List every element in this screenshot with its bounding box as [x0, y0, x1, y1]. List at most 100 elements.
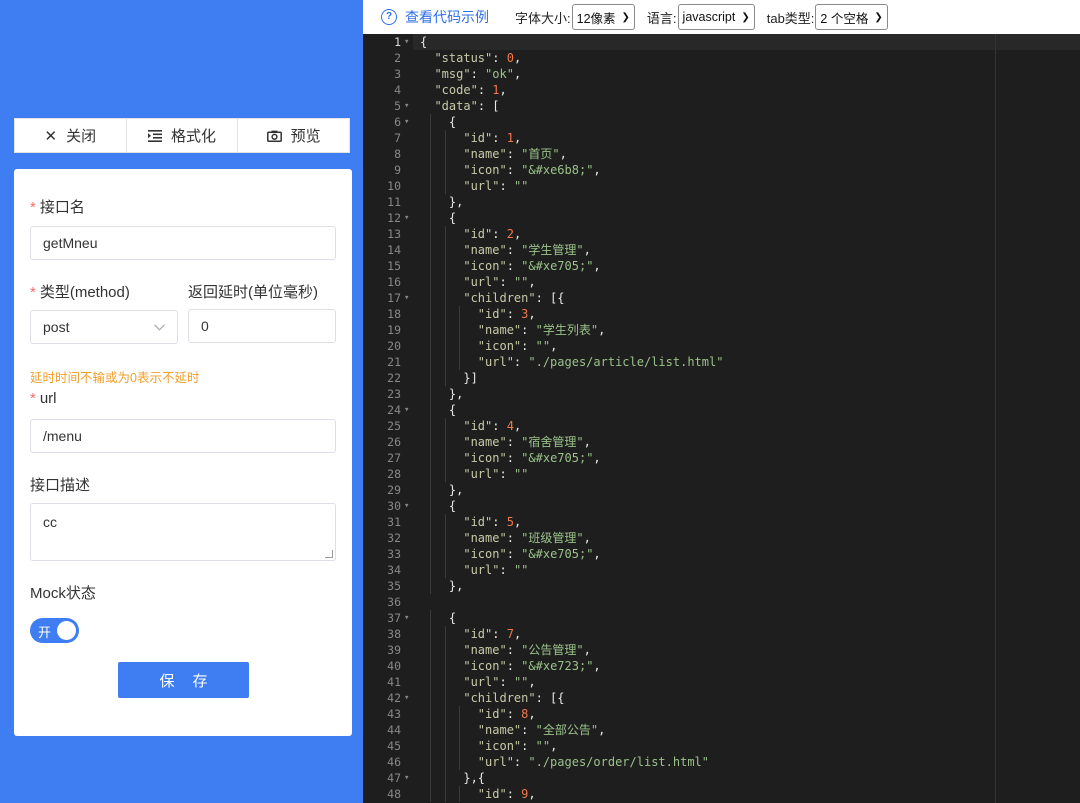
code-editor[interactable]: 1 ▾{2 "status": 0, 3 "msg": "ok", 4 "code":…: [363, 34, 1080, 803]
line-number: 5: [394, 99, 401, 113]
view-example-label: 查看代码示例: [405, 9, 489, 25]
code-line: 26 "name": "宿舍管理",: [363, 434, 1080, 450]
tab-type-select[interactable]: 2 个空格 ❯: [815, 4, 888, 30]
line-number: 40: [387, 659, 401, 673]
code-text: {: [420, 115, 457, 129]
line-number: 1: [394, 35, 401, 49]
font-size-label: 字体大小:: [515, 10, 571, 26]
view-example-link[interactable]: ? 查看代码示例: [381, 7, 489, 27]
fold-toggle-icon[interactable]: ▾: [404, 210, 409, 226]
delay-hint: 延时时间不输或为0表示不延时: [30, 371, 200, 385]
line-number: 27: [387, 451, 401, 465]
code-text: "data": [: [434, 99, 500, 113]
line-number: 6: [394, 115, 401, 129]
url-input[interactable]: /menu: [30, 419, 336, 453]
help-icon: ?: [381, 9, 397, 25]
code-text: "name": "公告管理",: [463, 643, 591, 657]
code-line: 14 "name": "学生管理",: [363, 242, 1080, 258]
code-text: "id": 7,: [463, 627, 522, 641]
line-number: 4: [394, 83, 401, 97]
line-number: 22: [387, 371, 401, 385]
code-line: 43 "id": 8,: [363, 706, 1080, 722]
line-number: 24: [387, 403, 401, 417]
code-line: 18 "id": 3,: [363, 306, 1080, 322]
code-line: 15 "icon": "&#xe705;",: [363, 258, 1080, 274]
code-text: "url": "./pages/order/list.html": [477, 755, 709, 769]
code-line: 8 "name": "首页",: [363, 146, 1080, 162]
code-text: },: [420, 483, 464, 497]
code-line: 39 "name": "公告管理",: [363, 642, 1080, 658]
description-value: cc: [43, 514, 57, 530]
close-button[interactable]: ✕ 关闭: [15, 119, 127, 152]
fold-toggle-icon[interactable]: ▾: [404, 610, 409, 626]
code-text: "name": "学生管理",: [463, 243, 591, 257]
line-number: 9: [394, 163, 401, 177]
name-input[interactable]: getMneu: [30, 226, 336, 260]
description-textarea[interactable]: cc: [30, 503, 336, 561]
indent-icon: [148, 129, 162, 142]
code-text: {: [420, 611, 457, 625]
fold-toggle-icon[interactable]: ▾: [404, 114, 409, 130]
line-number: 15: [387, 259, 401, 273]
fold-toggle-icon[interactable]: ▾: [404, 498, 409, 514]
code-text: {: [420, 211, 457, 225]
format-button[interactable]: 格式化: [127, 119, 239, 152]
close-icon: ✕: [44, 127, 58, 145]
switch-knob: [57, 621, 76, 640]
required-mark: *: [30, 284, 36, 301]
fold-toggle-icon[interactable]: ▾: [404, 34, 409, 50]
code-text: "icon": "&#xe723;",: [463, 659, 601, 673]
name-label: * 接口名: [30, 199, 85, 216]
code-text: "name": "宿舍管理",: [463, 435, 591, 449]
method-label: * 类型(method): [30, 284, 130, 301]
code-line: 5 ▾ "data": [: [363, 98, 1080, 114]
code-text: },: [420, 195, 464, 209]
url-label: * url: [30, 390, 57, 407]
font-size-select[interactable]: 12像素 ❯: [571, 4, 635, 30]
code-line: 4 "code": 1,: [363, 82, 1080, 98]
method-select[interactable]: post: [30, 310, 178, 344]
chevron-down-icon: ❯: [741, 11, 750, 23]
code-line: 35 },: [363, 578, 1080, 594]
line-number: 2: [394, 51, 401, 65]
line-number: 13: [387, 227, 401, 241]
code-line: 29 },: [363, 482, 1080, 498]
code-text: "icon": "&#xe705;",: [463, 259, 601, 273]
delay-input[interactable]: 0: [188, 309, 336, 343]
line-number: 18: [387, 307, 401, 321]
preview-button[interactable]: 预览: [238, 119, 349, 152]
line-number: 20: [387, 339, 401, 353]
code-line: 45 "icon": "",: [363, 738, 1080, 754]
fold-toggle-icon[interactable]: ▾: [404, 290, 409, 306]
line-number: 3: [394, 67, 401, 81]
code-text: "url": "",: [463, 675, 536, 689]
save-button[interactable]: 保存: [118, 662, 249, 698]
code-line: 19 "name": "学生列表",: [363, 322, 1080, 338]
code-text: "url": "./pages/article/list.html": [477, 355, 724, 369]
code-text: "msg": "ok",: [434, 67, 522, 81]
required-mark: *: [30, 390, 36, 407]
code-line: 41 "url": "",: [363, 674, 1080, 690]
code-text: "icon": "",: [477, 339, 558, 353]
code-line: 37 ▾ {: [363, 610, 1080, 626]
code-line: 46 "url": "./pages/order/list.html": [363, 754, 1080, 770]
close-button-label: 关闭: [66, 128, 97, 145]
code-text: "children": [{: [463, 691, 565, 705]
code-text: },{: [420, 771, 486, 785]
code-line: 9 "icon": "&#xe6b8;",: [363, 162, 1080, 178]
code-line: 44 "name": "全部公告",: [363, 722, 1080, 738]
mock-status-switch[interactable]: 开: [30, 618, 79, 643]
required-mark: *: [30, 199, 36, 216]
code-line: 10 "url": "": [363, 178, 1080, 194]
editor-toolbar: ? 查看代码示例 字体大小: 12像素 ❯ 语言: javascript ❯ t…: [363, 0, 1080, 35]
fold-toggle-icon[interactable]: ▾: [404, 690, 409, 706]
resize-handle[interactable]: [325, 550, 333, 558]
fold-toggle-icon[interactable]: ▾: [404, 98, 409, 114]
fold-toggle-icon[interactable]: ▾: [404, 770, 409, 786]
code-line: 28 "url": "": [363, 466, 1080, 482]
line-number: 45: [387, 739, 401, 753]
fold-toggle-icon[interactable]: ▾: [404, 402, 409, 418]
delay-label: 返回延时(单位毫秒): [188, 284, 318, 301]
language-select[interactable]: javascript ❯: [677, 4, 755, 30]
code-line: 47 ▾ },{: [363, 770, 1080, 786]
